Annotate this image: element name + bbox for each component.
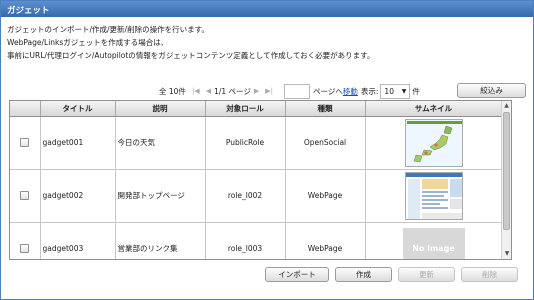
header-role[interactable]: 対象ロール xyxy=(205,101,286,117)
action-buttons: インポート 作成 更新 削除 xyxy=(265,267,518,282)
pager: 全 10件 |◀ ◀ 1/1 ページ ▶ ▶| ページへ 移動 表示: 10 ▼… xyxy=(159,83,420,99)
gadget-table: タイトル 説明 対象ロール 種類 サムネイル gadget001 今日の天気 P… xyxy=(10,101,503,259)
panel-title: ガジェット xyxy=(1,1,533,17)
first-page-icon[interactable]: |◀ xyxy=(192,87,200,95)
table-row[interactable]: gadget002 開発部トップページ role_l002 WebPage xyxy=(10,169,503,223)
cell-title[interactable]: gadget001 xyxy=(40,116,116,170)
goto-suffix: ページへ xyxy=(313,86,343,96)
table-row[interactable]: gadget001 今日の天気 PublicRole OpenSocial xyxy=(10,116,503,170)
row-checkbox[interactable] xyxy=(20,244,30,253)
description-line-2: WebPage/Linksガジェットを作成する場合は、 xyxy=(7,38,169,47)
import-button[interactable]: インポート xyxy=(265,267,329,282)
delete-button[interactable]: 削除 xyxy=(461,267,518,282)
page-info: 1/1 ページ xyxy=(214,86,251,96)
scroll-up-icon[interactable]: ▲ xyxy=(502,101,511,111)
cell-description: 今日の天気 xyxy=(115,116,206,170)
cell-type: WebPage xyxy=(285,222,366,259)
cell-title[interactable]: gadget002 xyxy=(40,169,116,223)
header-type[interactable]: 種類 xyxy=(285,101,366,117)
gadget-table-container: タイトル 説明 対象ロール 種類 サムネイル gadget001 今日の天気 P… xyxy=(9,100,512,260)
cell-type: WebPage xyxy=(285,169,366,223)
header-description[interactable]: 説明 xyxy=(115,101,206,117)
scroll-down-icon[interactable]: ▼ xyxy=(502,249,511,259)
webpage-screenshot-thumbnail xyxy=(404,171,463,220)
cell-role: role_l003 xyxy=(205,222,286,259)
gadget-panel: ガジェット ガジェットのインポート/作成/更新/削除の操作を行います。 WebP… xyxy=(0,0,534,300)
goto-link[interactable]: 移動 xyxy=(343,86,358,97)
per-page-select[interactable]: 10 ▼ xyxy=(380,83,411,99)
description-line-1: ガジェットのインポート/作成/更新/削除の操作を行います。 xyxy=(7,25,209,34)
scrollbar-thumb[interactable] xyxy=(503,112,510,230)
last-page-icon[interactable]: ▶| xyxy=(265,87,273,95)
chevron-down-icon: ▼ xyxy=(401,87,407,95)
row-checkbox[interactable] xyxy=(20,138,30,147)
header-select xyxy=(10,101,41,117)
page-number-input[interactable] xyxy=(284,83,311,99)
header-thumbnail: サムネイル xyxy=(365,101,503,117)
japan-map-thumbnail xyxy=(404,118,463,167)
display-label: 表示: xyxy=(360,86,379,96)
cell-title[interactable]: gadget003 xyxy=(40,222,116,259)
cell-role: role_l002 xyxy=(205,169,286,223)
cell-description: 開発部トップページ xyxy=(115,169,206,223)
next-page-icon[interactable]: ▶ xyxy=(254,87,259,95)
filter-button[interactable]: 絞込み xyxy=(457,83,526,98)
per-page-unit: 件 xyxy=(412,86,420,96)
cell-type: OpenSocial xyxy=(285,116,366,170)
description-line-3: 事前にURL/代理ログイン/Autopilotの情報をガジェットコンテンツ定義と… xyxy=(7,51,375,60)
table-header-row: タイトル 説明 対象ロール 種類 サムネイル xyxy=(10,101,503,117)
description-text: ガジェットのインポート/作成/更新/削除の操作を行います。 WebPage/Li… xyxy=(7,23,374,62)
table-row[interactable]: gadget003 営業部のリンク集 role_l003 WebPage No … xyxy=(10,222,503,259)
update-button[interactable]: 更新 xyxy=(398,267,455,282)
header-title[interactable]: タイトル xyxy=(40,101,116,117)
vertical-scrollbar[interactable]: ▲ ▼ xyxy=(501,101,511,259)
no-image-placeholder: No image xyxy=(402,227,465,259)
prev-page-icon[interactable]: ◀ xyxy=(206,87,211,95)
cell-role: PublicRole xyxy=(205,116,286,170)
cell-description: 営業部のリンク集 xyxy=(115,222,206,259)
per-page-value: 10 xyxy=(384,86,394,96)
total-count: 全 10件 xyxy=(159,86,186,96)
row-checkbox[interactable] xyxy=(20,191,30,200)
create-button[interactable]: 作成 xyxy=(335,267,392,282)
